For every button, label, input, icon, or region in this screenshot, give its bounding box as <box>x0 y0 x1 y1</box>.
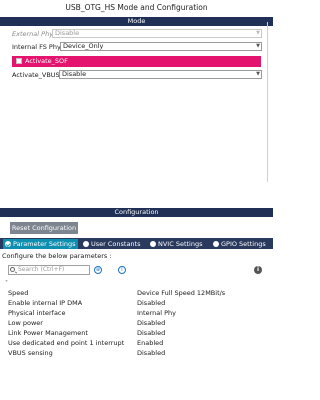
table-row[interactable]: Low power Disabled <box>0 319 273 329</box>
table-row[interactable]: Use dedicated end point 1 interrupt Enab… <box>0 339 273 349</box>
tab-nvic-settings[interactable]: NVIC Settings <box>148 239 208 249</box>
param-value: Disabled <box>137 349 166 357</box>
tab-label: Parameter Settings <box>13 240 76 248</box>
external-phy-label: External Phy <box>12 30 54 38</box>
chevron-down-icon: ▼ <box>256 71 260 77</box>
param-value: Disabled <box>137 319 166 327</box>
check-circle-icon <box>83 241 89 247</box>
tab-label: User Constants <box>91 240 141 248</box>
param-value: Internal Phy <box>137 309 177 317</box>
internal-fs-phy-select[interactable]: Device_Only ▼ <box>60 42 262 51</box>
activate-sof-row[interactable]: Activate_SOF <box>12 56 261 67</box>
table-row[interactable]: Link Power Management Disabled <box>0 329 273 339</box>
chevron-down-icon: ▼ <box>256 43 260 49</box>
check-circle-icon <box>213 241 219 247</box>
external-phy-select[interactable]: Disable ▼ <box>52 29 262 38</box>
activate-vbus-row: Activate_VBUS Disable ▼ <box>0 69 273 80</box>
tab-user-constants[interactable]: User Constants <box>81 239 145 249</box>
info-icon[interactable]: i <box>254 266 262 274</box>
activate-vbus-label: Activate_VBUS <box>12 71 60 79</box>
tab-gpio-settings[interactable]: GPIO Settings <box>211 239 271 249</box>
table-row[interactable]: VBUS sensing Disabled <box>0 349 273 359</box>
param-name: VBUS sensing <box>8 349 53 357</box>
window-title: USB_OTG_HS Mode and Configuration <box>65 3 208 12</box>
tab-label: NVIC Settings <box>158 240 203 248</box>
external-phy-row: External Phy Disable ▼ <box>0 28 273 39</box>
mode-header: Mode <box>0 17 273 26</box>
param-name: Low power <box>8 319 43 327</box>
chevron-down-icon[interactable]: ˅ <box>5 280 8 287</box>
expand-all-icon[interactable]: ⊕ <box>94 266 102 274</box>
param-value: Disabled <box>137 329 166 337</box>
internal-fs-phy-value: Device_Only <box>63 42 104 50</box>
tab-label: GPIO Settings <box>221 240 266 248</box>
tab-parameter-settings[interactable]: Parameter Settings <box>3 239 78 249</box>
param-name: Speed <box>8 289 29 297</box>
configuration-header: Configuration <box>0 208 273 217</box>
param-value: Disabled <box>137 299 166 307</box>
param-value: Device Full Speed 12MBit/s <box>137 289 226 297</box>
check-circle-icon <box>5 241 11 247</box>
table-row[interactable]: Enable internal IP DMA Disabled <box>0 299 273 309</box>
activate-vbus-value: Disable <box>62 70 87 78</box>
configure-instructions: Configure the below parameters : <box>2 252 112 260</box>
param-name: Link Power Management <box>8 329 88 337</box>
search-icon <box>10 267 15 272</box>
param-name: Use dedicated end point 1 interrupt <box>8 339 125 347</box>
activate-sof-label: Activate_SOF <box>25 57 68 65</box>
search-input[interactable]: Search (Ctrl+F) <box>8 265 90 275</box>
reset-configuration-button[interactable]: Reset Configuration <box>10 222 78 234</box>
activate-vbus-select[interactable]: Disable ▼ <box>59 70 262 79</box>
param-name: Enable internal IP DMA <box>8 299 83 307</box>
check-circle-icon <box>150 241 156 247</box>
config-tabs: Parameter Settings User Constants NVIC S… <box>0 238 273 249</box>
activate-sof-checkbox[interactable] <box>16 58 22 64</box>
internal-fs-phy-label: Internal FS Phy <box>12 43 61 51</box>
param-name: Physical interface <box>8 309 66 317</box>
chevron-down-icon: ▼ <box>256 30 260 36</box>
scroll-divider <box>267 22 268 182</box>
param-value: Enabled <box>137 339 164 347</box>
table-row[interactable]: Physical interface Internal Phy <box>0 309 273 319</box>
internal-fs-phy-row: Internal FS Phy Device_Only ▼ <box>0 41 273 52</box>
collapse-all-icon[interactable]: i <box>118 266 126 274</box>
external-phy-value: Disable <box>55 29 80 37</box>
table-row[interactable]: Speed Device Full Speed 12MBit/s <box>0 289 273 299</box>
search-placeholder: Search (Ctrl+F) <box>18 266 65 273</box>
